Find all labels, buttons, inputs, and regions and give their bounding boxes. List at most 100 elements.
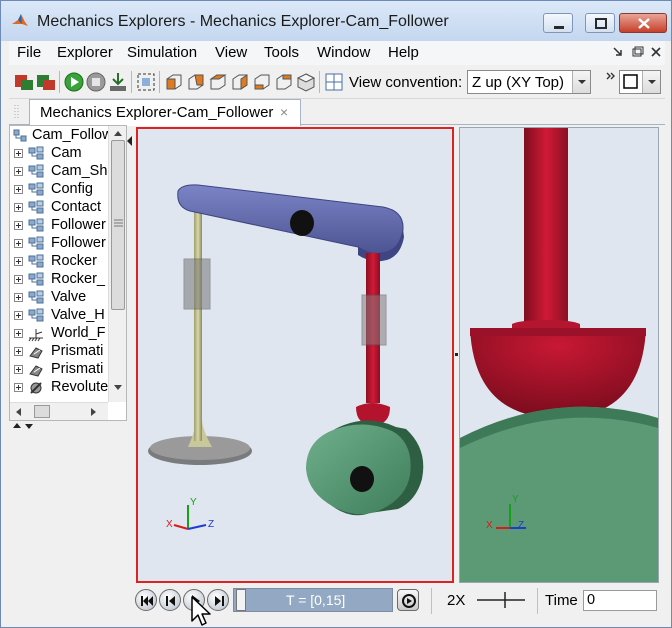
expand-icon[interactable]: [14, 203, 23, 212]
skip-to-start-button[interactable]: [135, 589, 157, 611]
tree-item[interactable]: Cam: [10, 145, 110, 163]
split-view-icon[interactable]: [323, 71, 345, 93]
tree-item[interactable]: Follower: [10, 235, 110, 253]
tree-item[interactable]: Cam_Shaft: [10, 163, 110, 181]
view-bottom-icon[interactable]: [273, 71, 295, 93]
tree-item[interactable]: World_F: [10, 325, 110, 343]
axis-z-label: Z: [208, 519, 214, 530]
open-model-icon[interactable]: [13, 71, 35, 93]
document-tabs: Mechanics Explorer-Cam_Follower ×: [9, 99, 665, 126]
expand-icon[interactable]: [14, 293, 23, 302]
model-browser-icon[interactable]: [35, 71, 57, 93]
view-top-icon[interactable]: [251, 71, 273, 93]
chevron-down-icon: [642, 71, 660, 93]
menu-tools[interactable]: Tools: [264, 44, 299, 61]
expand-icon[interactable]: [14, 221, 23, 230]
view-left-icon[interactable]: [207, 71, 229, 93]
tree-horizontal-scrollbar[interactable]: [10, 402, 108, 420]
step-back-button[interactable]: [159, 589, 181, 611]
background-select[interactable]: [619, 70, 661, 94]
menu-simulation[interactable]: Simulation: [127, 44, 197, 61]
expand-icon[interactable]: [14, 257, 23, 266]
maximize-button[interactable]: [585, 13, 615, 33]
expand-icon[interactable]: [14, 149, 23, 158]
tree-item[interactable]: Revolute: [10, 379, 110, 397]
menu-help[interactable]: Help: [388, 44, 419, 61]
minimize-button[interactable]: [543, 13, 573, 33]
tree-item[interactable]: Prismati: [10, 361, 110, 379]
view-right-icon[interactable]: [229, 71, 251, 93]
restore-icon[interactable]: [631, 45, 645, 59]
view-front-icon[interactable]: [163, 71, 185, 93]
expand-icon[interactable]: [14, 329, 23, 338]
playback-speed-label: 2X: [447, 592, 466, 609]
expand-icon[interactable]: [14, 167, 23, 176]
loop-button[interactable]: [397, 589, 419, 611]
mouse-cursor-icon: [191, 596, 211, 626]
close-tab-icon[interactable]: ×: [280, 104, 288, 120]
tree-item[interactable]: Valve: [10, 289, 110, 307]
scroll-up-icon[interactable]: [113, 129, 123, 137]
menu-window[interactable]: Window: [317, 44, 370, 61]
update-diagram-icon[interactable]: [107, 71, 129, 93]
tree-item[interactable]: Follower: [10, 217, 110, 235]
tree-item[interactable]: Config: [10, 181, 110, 199]
time-range-slider[interactable]: T = [0,15]: [233, 588, 393, 612]
view-convention-select[interactable]: Z up (XY Top): [467, 70, 591, 94]
time-input[interactable]: 0: [583, 590, 657, 611]
close-window-button[interactable]: [619, 13, 667, 33]
follower-guide: [361, 294, 387, 346]
expand-icon[interactable]: [14, 365, 23, 374]
view-convention-label: View convention:: [349, 74, 463, 91]
tree-item[interactable]: Rocker: [10, 253, 110, 271]
3d-view-isometric[interactable]: Y Z X: [136, 127, 454, 583]
axis-x-label: X: [166, 519, 173, 530]
subsystem-icon: [28, 308, 44, 322]
overflow-chevron-icon[interactable]: [605, 71, 617, 83]
step-back-icon: [166, 596, 175, 606]
menu-view[interactable]: View: [215, 44, 247, 61]
view-isometric-icon[interactable]: [295, 71, 317, 93]
valve-guide: [183, 258, 211, 310]
tree-vertical-scrollbar[interactable]: [108, 126, 126, 402]
time-slider-thumb[interactable]: [236, 589, 246, 611]
world-frame-icon: [28, 329, 43, 342]
view-divider-handle[interactable]: [455, 353, 458, 356]
scroll-thumb[interactable]: [111, 140, 125, 310]
window-title: Mechanics Explorers - Mechanics Explorer…: [37, 13, 449, 30]
tree-root[interactable]: Cam_Follower: [10, 127, 110, 145]
tree-item[interactable]: Rocker_: [10, 271, 110, 289]
expand-icon[interactable]: [14, 311, 23, 320]
stop-simulation-icon[interactable]: [85, 71, 107, 93]
menu-file[interactable]: File: [17, 44, 41, 61]
tree-item-label: Prismati: [51, 361, 104, 377]
3d-view-closeup[interactable]: Y Z X: [459, 127, 659, 583]
subsystem-icon: [28, 182, 44, 196]
expand-icon[interactable]: [14, 383, 23, 392]
expand-icon[interactable]: [14, 347, 23, 356]
tree-item[interactable]: Contact: [10, 199, 110, 217]
splitter-arrow-icon[interactable]: [125, 135, 133, 147]
expand-icon[interactable]: [14, 239, 23, 248]
tree-item[interactable]: Valve_H: [10, 307, 110, 325]
tab-cam-follower[interactable]: Mechanics Explorer-Cam_Follower ×: [29, 99, 301, 126]
fit-to-view-icon[interactable]: [135, 71, 157, 93]
scroll-left-icon[interactable]: [14, 407, 22, 417]
tree-item-label: Follower: [51, 235, 106, 251]
subsystem-icon: [28, 290, 44, 304]
close-doc-icon[interactable]: [649, 45, 663, 59]
scroll-right-icon[interactable]: [90, 407, 98, 417]
view-back-icon[interactable]: [185, 71, 207, 93]
dock-arrow-icon[interactable]: [611, 45, 625, 59]
prismatic-joint-icon: [29, 365, 43, 377]
menu-explorer[interactable]: Explorer: [57, 44, 113, 61]
panel-collapse-arrows-icon[interactable]: [11, 421, 41, 431]
h-scroll-thumb[interactable]: [34, 405, 50, 418]
tree-item-label: Cam_Shaft: [51, 163, 110, 179]
tree-item[interactable]: Prismati: [10, 343, 110, 361]
expand-icon[interactable]: [14, 275, 23, 284]
scroll-down-icon[interactable]: [113, 384, 123, 392]
run-simulation-icon[interactable]: [63, 71, 85, 93]
speed-slider[interactable]: [475, 590, 527, 610]
expand-icon[interactable]: [14, 185, 23, 194]
